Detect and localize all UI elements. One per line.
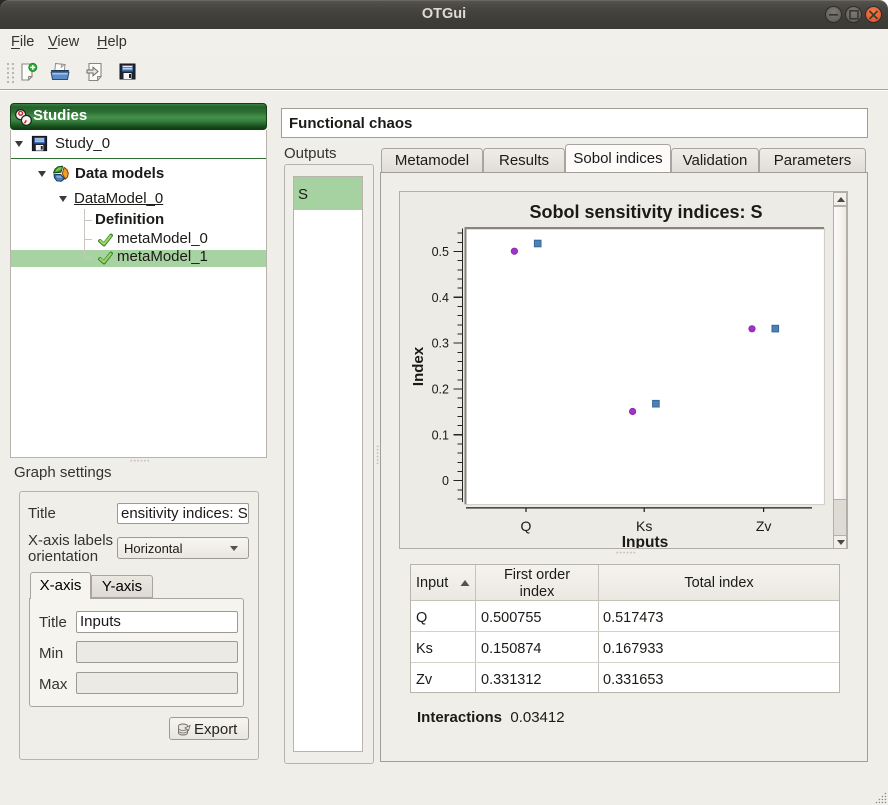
svg-text:0.2: 0.2 [432, 383, 449, 397]
svg-text:0: 0 [442, 474, 449, 488]
svg-text:0.1: 0.1 [432, 428, 449, 442]
svg-text:Inputs: Inputs [622, 534, 669, 548]
svg-text:0.4: 0.4 [432, 291, 449, 305]
svg-text:Sobol sensitivity indices: S: Sobol sensitivity indices: S [529, 202, 762, 222]
svg-text:0.5: 0.5 [432, 245, 449, 259]
svg-text:Ks: Ks [636, 518, 652, 534]
svg-text:Q: Q [521, 518, 532, 534]
svg-text:Zv: Zv [756, 518, 772, 534]
svg-text:0.3: 0.3 [432, 337, 449, 351]
svg-text:Index: Index [410, 346, 427, 386]
